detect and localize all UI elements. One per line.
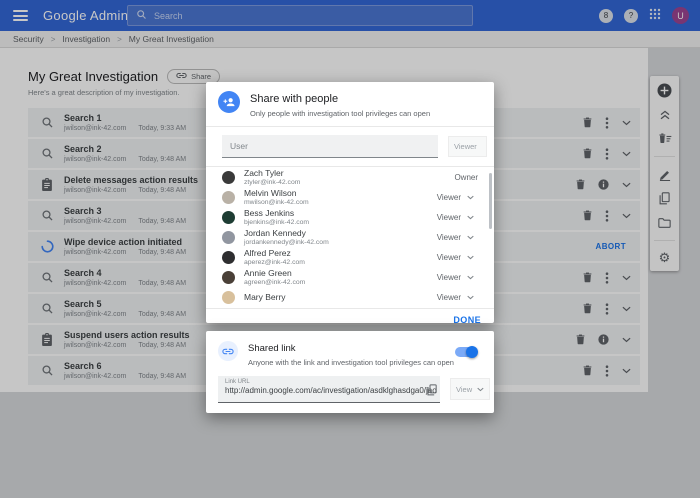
person-name: Annie Green	[244, 268, 305, 278]
person-role-value: Owner	[454, 173, 478, 182]
person-name: Melvin Wilson	[244, 188, 309, 198]
person-role-value: Viewer	[437, 233, 461, 242]
shared-link-toggle[interactable]	[455, 347, 477, 357]
person-row: Mary Berry Viewer	[206, 287, 494, 307]
link-url-field[interactable]: Link URL http://admin.google.com/ac/inve…	[218, 376, 440, 403]
chevron-down-icon	[467, 275, 474, 280]
google-admin-window: Google Admin Search 8 ? U Security > Inv…	[0, 0, 700, 498]
dialog-title: Share with people	[250, 93, 430, 105]
person-role-value: Viewer	[437, 273, 461, 282]
person-email: aperez@ink-42.com	[244, 259, 305, 266]
role-select[interactable]: Viewer	[448, 136, 487, 157]
chevron-down-icon	[467, 235, 474, 240]
person-email: jordankennedy@ink-42.com	[244, 239, 329, 246]
person-email: mwilson@ink-42.com	[244, 199, 309, 206]
person-email: bjenkins@ink-42.com	[244, 219, 309, 226]
shared-link-dialog: Shared link Anyone with the link and inv…	[206, 331, 494, 413]
link-access-value: View	[456, 385, 472, 394]
person-avatar	[222, 251, 235, 264]
chevron-down-icon	[467, 215, 474, 220]
link-url-label: Link URL	[218, 376, 440, 385]
person-row: Melvin Wilson mwilson@ink-42.com Viewer	[206, 187, 494, 207]
person-role-select[interactable]: Viewer	[437, 273, 478, 282]
person-name: Mary Berry	[244, 292, 286, 302]
person-role-select[interactable]: Viewer	[437, 233, 478, 242]
person-role-select[interactable]: Viewer	[437, 193, 478, 202]
person-avatar	[222, 211, 235, 224]
dialog-subtitle: Anyone with the link and investigation t…	[248, 358, 454, 367]
copy-icon[interactable]	[427, 383, 437, 401]
person-row: Bess Jenkins bjenkins@ink-42.com Viewer	[206, 207, 494, 227]
scrollbar-thumb[interactable]	[489, 173, 492, 229]
share-with-people-dialog: Share with people Only people with inves…	[206, 82, 494, 323]
person-role-select[interactable]: Viewer	[437, 293, 478, 302]
link-icon	[218, 341, 238, 361]
person-role-select[interactable]: Owner	[454, 173, 478, 182]
person-email: ztyler@ink-42.com	[244, 179, 300, 186]
person-name: Zach Tyler	[244, 168, 300, 178]
person-avatar	[222, 171, 235, 184]
dialog-title: Shared link	[248, 343, 454, 354]
chevron-down-icon	[467, 195, 474, 200]
chevron-down-icon	[477, 387, 484, 392]
person-avatar	[222, 271, 235, 284]
person-row: Annie Green agreen@ink-42.com Viewer	[206, 267, 494, 287]
chevron-down-icon	[467, 255, 474, 260]
person-email: agreen@ink-42.com	[244, 279, 305, 286]
person-row: Jordan Kennedy jordankennedy@ink-42.com …	[206, 227, 494, 247]
people-list: Zach Tyler ztyler@ink-42.com Owner Melvi…	[206, 167, 494, 308]
person-role-value: Viewer	[437, 193, 461, 202]
person-add-icon	[218, 91, 240, 113]
done-button[interactable]: DONE	[453, 315, 481, 325]
chevron-down-icon	[467, 295, 474, 300]
person-avatar	[222, 291, 235, 304]
dialog-subtitle: Only people with investigation tool priv…	[250, 109, 430, 118]
person-avatar	[222, 191, 235, 204]
person-avatar	[222, 231, 235, 244]
person-name: Alfred Perez	[244, 248, 305, 258]
person-role-value: Viewer	[437, 293, 461, 302]
link-access-select[interactable]: View	[450, 378, 490, 400]
person-name: Bess Jenkins	[244, 208, 309, 218]
person-role-select[interactable]: Viewer	[437, 253, 478, 262]
person-row: Alfred Perez aperez@ink-42.com Viewer	[206, 247, 494, 267]
user-input[interactable]	[222, 135, 438, 158]
person-role-value: Viewer	[437, 253, 461, 262]
link-url-value: http://admin.google.com/ac/investigation…	[218, 385, 440, 395]
person-role-select[interactable]: Viewer	[437, 213, 478, 222]
person-name: Jordan Kennedy	[244, 228, 329, 238]
person-role-value: Viewer	[437, 213, 461, 222]
person-row: Zach Tyler ztyler@ink-42.com Owner	[206, 167, 494, 187]
role-select-value: Viewer	[454, 142, 477, 151]
